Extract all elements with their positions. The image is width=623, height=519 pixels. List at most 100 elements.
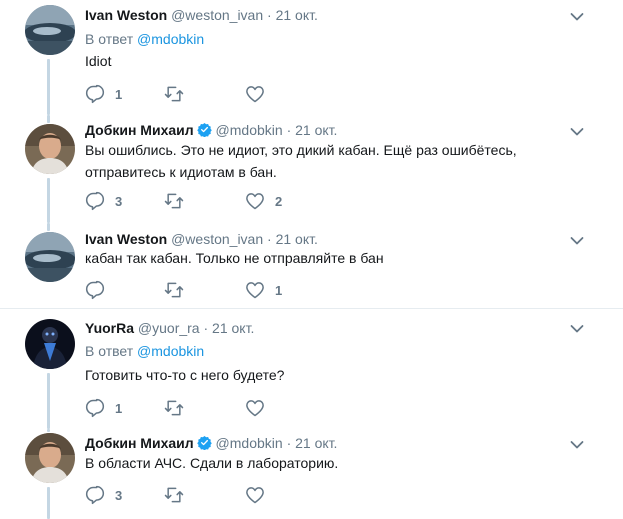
reply-context: В ответ @mdobkin	[85, 343, 204, 359]
avatar[interactable]	[25, 433, 75, 483]
retweet-icon	[164, 485, 184, 505]
tweet[interactable]: Добкин Михаил @mdobkin · 21 окт. Вы ошиб…	[0, 115, 623, 223]
tweet-header: Ivan Weston @weston_ivan · 21 окт.	[85, 7, 318, 23]
reply-prefix: В ответ	[85, 31, 134, 47]
thread-line	[47, 59, 50, 115]
separator-dot: ·	[286, 122, 292, 138]
separator-dot: ·	[203, 320, 209, 336]
like-icon	[245, 280, 265, 300]
thread-line	[47, 223, 50, 231]
thread-line	[47, 487, 50, 519]
reply-icon	[85, 398, 105, 418]
like-icon	[245, 485, 265, 505]
like-count: 1	[275, 282, 283, 298]
tweet-actions: 1	[85, 280, 385, 300]
retweet-button[interactable]	[164, 485, 194, 505]
reply-button[interactable]	[85, 280, 115, 300]
tweet-time[interactable]: 21 окт.	[276, 231, 318, 247]
like-button[interactable]	[245, 84, 275, 104]
verified-badge-icon	[197, 122, 212, 137]
reply-count: 3	[115, 193, 123, 209]
tweet-text-line: Вы ошиблись. Это не идиот, это дикий каб…	[85, 142, 517, 158]
reply-count: 1	[115, 86, 123, 102]
reply-prefix: В ответ	[85, 343, 134, 359]
chevron-down-icon[interactable]	[570, 127, 584, 137]
reply-count: 1	[115, 400, 123, 416]
reply-mention-link[interactable]: @mdobkin	[137, 343, 204, 359]
retweet-button[interactable]	[164, 398, 194, 418]
tweet-text: Вы ошиблись. Это не идиот, это дикий каб…	[85, 139, 605, 183]
tweet-text-line: отправитесь к идиотам в бан.	[85, 164, 277, 180]
reply-mention-link[interactable]: @mdobkin	[137, 31, 204, 47]
avatar[interactable]	[25, 124, 75, 174]
tweet-actions: 1	[85, 398, 385, 418]
like-button[interactable]: 2	[245, 191, 282, 211]
thread-line	[47, 178, 50, 223]
tweet-actions: 3 2	[85, 191, 385, 211]
author-name[interactable]: Добкин Михаил	[85, 435, 194, 451]
tweet-text: В области АЧС. Сдали в лабораторию.	[85, 455, 339, 471]
tweet-actions: 1	[85, 84, 385, 104]
author-name[interactable]: Ivan Weston	[85, 231, 167, 247]
chevron-down-icon[interactable]	[570, 12, 584, 22]
retweet-icon	[164, 398, 184, 418]
thread-line	[47, 373, 50, 429]
avatar[interactable]	[25, 319, 75, 369]
reply-icon	[85, 84, 105, 104]
tweet-time[interactable]: 21 окт.	[276, 7, 318, 23]
tweet-time[interactable]: 21 окт.	[295, 435, 337, 451]
reply-button[interactable]: 1	[85, 84, 122, 104]
author-handle[interactable]: @weston_ivan	[171, 231, 263, 247]
tweet-actions: 3	[85, 485, 385, 505]
author-handle[interactable]: @mdobkin	[216, 435, 283, 451]
avatar[interactable]	[25, 232, 75, 282]
tweet[interactable]: Ivan Weston @weston_ivan · 21 окт. кабан…	[0, 223, 623, 307]
tweet[interactable]: YuorRa @yuor_ra · 21 окт. В ответ @mdobk…	[0, 309, 623, 429]
tweet-time[interactable]: 21 окт.	[295, 122, 337, 138]
author-name[interactable]: Добкин Михаил	[85, 122, 194, 138]
tweet[interactable]: Добкин Михаил @mdobkin · 21 окт. В облас…	[0, 429, 623, 519]
author-handle[interactable]: @weston_ivan	[171, 7, 263, 23]
chevron-down-icon[interactable]	[570, 324, 584, 334]
like-button[interactable]: 1	[245, 280, 282, 300]
tweet[interactable]: Ivan Weston @weston_ivan · 21 окт. В отв…	[0, 0, 623, 115]
retweet-icon	[164, 191, 184, 211]
author-name[interactable]: Ivan Weston	[85, 7, 167, 23]
author-name[interactable]: YuorRa	[85, 320, 134, 336]
tweet-header: Добкин Михаил @mdobkin · 21 окт.	[85, 435, 337, 451]
thread-line	[47, 115, 50, 123]
reply-icon	[85, 280, 105, 300]
separator-dot: ·	[267, 231, 272, 247]
reply-icon	[85, 191, 105, 211]
tweet-header: Ivan Weston @weston_ivan · 21 окт.	[85, 231, 318, 247]
separator-dot: ·	[267, 7, 272, 23]
avatar[interactable]	[25, 5, 75, 55]
retweet-button[interactable]	[164, 191, 194, 211]
tweet-text: Готовить что-то с него будете?	[85, 367, 285, 383]
like-icon	[245, 191, 265, 211]
author-handle[interactable]: @yuor_ra	[138, 320, 200, 336]
like-icon	[245, 398, 265, 418]
retweet-icon	[164, 84, 184, 104]
separator-dot: ·	[286, 435, 292, 451]
chevron-down-icon[interactable]	[570, 236, 584, 246]
thread-line	[47, 429, 50, 432]
retweet-button[interactable]	[164, 84, 194, 104]
like-button[interactable]	[245, 485, 275, 505]
reply-icon	[85, 485, 105, 505]
like-count: 2	[275, 193, 283, 209]
tweet-header: YuorRa @yuor_ra · 21 окт.	[85, 320, 254, 336]
like-button[interactable]	[245, 398, 275, 418]
retweet-icon	[164, 280, 184, 300]
reply-button[interactable]: 1	[85, 398, 122, 418]
verified-badge-icon	[197, 435, 212, 450]
like-icon	[245, 84, 265, 104]
chevron-down-icon[interactable]	[570, 440, 584, 450]
retweet-button[interactable]	[164, 280, 194, 300]
reply-button[interactable]: 3	[85, 485, 122, 505]
author-handle[interactable]: @mdobkin	[216, 122, 283, 138]
tweet-time[interactable]: 21 окт.	[212, 320, 254, 336]
reply-count: 3	[115, 487, 123, 503]
reply-button[interactable]: 3	[85, 191, 122, 211]
tweet-header: Добкин Михаил @mdobkin · 21 окт.	[85, 122, 337, 138]
